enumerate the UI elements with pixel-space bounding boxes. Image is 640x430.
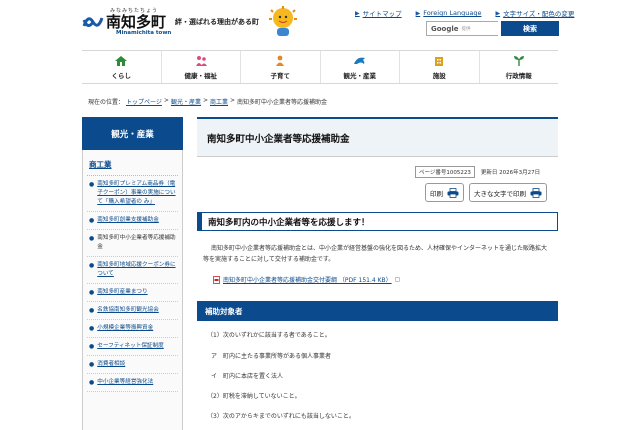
bullet-icon: ● <box>89 181 95 188</box>
sidebar: 観光・産業 商工業 ● 南知多町プレミアム商品券（電子クーポン）事業の実施について… <box>82 117 183 430</box>
title-box: 南知多町中小企業者等応援補助金 <box>197 117 558 157</box>
breadcrumb-separator: > <box>230 97 236 104</box>
section-title-eligibility: 補助対象者 <box>205 306 243 316</box>
google-provided-label: 提供 <box>461 26 471 32</box>
gnav-item-childcare[interactable]: 子育て <box>240 51 320 83</box>
bullet-icon: ● <box>89 217 95 224</box>
site-logo[interactable]: みなみちたちょう 南知多町 Minamichita town <box>82 8 171 37</box>
logo-name: 南知多町 <box>106 13 167 31</box>
child-icon <box>276 55 285 66</box>
sidebar-category[interactable]: 商工業 <box>87 156 178 176</box>
text-size-color-link[interactable]: ▶ 文字サイズ・配色の変更 <box>495 8 574 19</box>
bullet-icon: ● <box>89 262 95 269</box>
google-label: Google <box>431 24 459 33</box>
sidebar-item-current[interactable]: ● 南知多町中小企業者等応援補助金 <box>87 230 178 257</box>
town-emblem-icon <box>82 17 104 27</box>
breadcrumb: 現在の位置： トップページ > 観光・産業 > 商工業 > 南知多町中小企業者等… <box>88 97 327 106</box>
breadcrumb-separator: > <box>202 97 208 104</box>
sidebar-item[interactable]: ● 小規模企業等振興資金 <box>87 320 178 338</box>
arrow-right-icon: ▶ <box>495 9 501 17</box>
sidebar-item[interactable]: ● 南知多町地域応援クーポン券について <box>87 257 178 284</box>
main-content: 南知多町中小企業者等応援補助金 ページ番号1005223 更新日 2026年3月… <box>197 117 558 420</box>
utility-links: ▶ サイトマップ ▶ Foreign Language ▶ 文字サイズ・配色の変更 <box>355 8 574 18</box>
bullet-icon: ● <box>89 379 95 386</box>
sidebar-body: 商工業 ● 南知多町プレミアム商品券（電子クーポン）事業の実施について「購入希望者… <box>82 150 183 430</box>
search-input[interactable]: Google 提供 <box>426 21 498 36</box>
bullet-icon: ● <box>89 235 95 242</box>
printer-icon <box>447 187 459 198</box>
care-icon <box>195 55 207 66</box>
printer-icon <box>530 187 542 198</box>
bullet-icon: ● <box>89 343 95 350</box>
sidebar-list: ● 南知多町プレミアム商品券（電子クーポン）事業の実施について「購入希望者の み」… <box>87 176 178 392</box>
condition-item: イ 町内に本店を置く法人 <box>211 373 284 380</box>
breadcrumb-separator: > <box>163 97 169 104</box>
gnav-item-facilities[interactable]: 施設 <box>399 51 479 83</box>
external-window-icon: ▢ <box>394 276 401 283</box>
logo-roman: Minamichita town <box>116 30 172 36</box>
sidebar-item[interactable]: ● 消費者相談 <box>87 356 178 374</box>
breadcrumb-commerce[interactable]: 商工業 <box>210 97 228 106</box>
gnav-item-administration[interactable]: 行政情報 <box>478 51 559 83</box>
search-button[interactable]: 検索 <box>501 21 559 36</box>
site-header: みなみちたちょう 南知多町 Minamichita town 絆・選ばれる理由が… <box>0 0 640 42</box>
sidebar-item[interactable]: ● 中小企業等経営強化法 <box>87 374 178 392</box>
sidebar-item[interactable]: ● 南知多町創業支援補助金 <box>87 212 178 230</box>
breadcrumb-prefix: 現在の位置： <box>88 99 125 106</box>
bullet-icon: ● <box>89 325 95 332</box>
bullet-icon: ● <box>89 289 95 296</box>
page-number: ページ番号1005223 <box>415 166 475 178</box>
bullet-icon: ● <box>89 307 95 314</box>
intro-paragraph: 南知多町中小企業者等応援補助金とは、中小企業が経営基盤の強化を図るため、人材確保… <box>203 245 548 263</box>
foreign-language-link[interactable]: ▶ Foreign Language <box>416 8 482 18</box>
house-icon <box>115 55 128 66</box>
dolphin-icon <box>353 57 365 64</box>
pdf-icon <box>213 275 220 284</box>
breadcrumb-home[interactable]: トップページ <box>126 97 162 106</box>
gnav-item-health[interactable]: 健康・福祉 <box>160 51 241 83</box>
large-text-print-button[interactable]: 大きな文字で印刷 <box>469 183 547 202</box>
site-search: Google 提供 検索 <box>426 21 559 36</box>
sidebar-item[interactable]: ● 名鉄協南知多町観光協会 <box>87 302 178 320</box>
breadcrumb-tourism[interactable]: 観光・産業 <box>171 97 201 106</box>
building-icon <box>435 56 444 66</box>
sidebar-heading[interactable]: 観光・産業 <box>82 117 183 150</box>
arrow-right-icon: ▶ <box>415 9 421 17</box>
gnav-item-living[interactable]: くらし <box>82 51 161 83</box>
updated-date: 更新日 2026年3月27日 <box>480 170 541 176</box>
condition-item: （3）次のアからキまでのいずれにも該当しないこと。 <box>207 413 355 420</box>
leaf-icon <box>513 55 524 66</box>
sitemap-link[interactable]: ▶ サイトマップ <box>355 8 402 19</box>
condition-item: ア 町内に主たる事業所等がある個人事業者 <box>211 353 332 360</box>
section-heading-eligibility: 補助対象者 <box>197 301 558 321</box>
page-title: 南知多町中小企業者等応援補助金 <box>207 133 350 145</box>
sidebar-item[interactable]: ● 南知多町プレミアム商品券（電子クーポン）事業の実施について「購入希望者の み」 <box>87 176 178 212</box>
condition-item: （2）町税を滞納していないこと。 <box>207 393 301 400</box>
breadcrumb-current: 南知多町中小企業者等応援補助金 <box>237 99 328 106</box>
sidebar-item[interactable]: ● 南知多町産業まつり <box>87 284 178 302</box>
gnav-item-tourism[interactable]: 観光・産業 <box>319 51 400 83</box>
section-title-support: 南知多町内の中小企業者等を応援します！ <box>208 217 370 228</box>
arrow-right-icon: ▶ <box>355 9 360 17</box>
mascot-icon <box>269 6 297 36</box>
print-tools: 印刷 大きな文字で印刷 <box>425 183 547 202</box>
print-button[interactable]: 印刷 <box>425 183 464 202</box>
global-nav: くらし 健康・福祉 子育て 観光・産業 施設 行政情報 <box>82 50 558 84</box>
condition-item: （1）次のいずれかに該当する者であること。 <box>207 332 331 339</box>
site-tagline: 絆・選ばれる理由がある町 <box>175 18 259 26</box>
pdf-guideline-link[interactable]: 南知多町中小企業者等応援補助金交付要綱 （PDF 151.4 KB） ▢ <box>213 275 400 284</box>
sidebar-item[interactable]: ● セーフティネット保証制度 <box>87 338 178 356</box>
section-heading-support: 南知多町内の中小企業者等を応援します！ <box>197 212 558 231</box>
bullet-icon: ● <box>89 361 95 368</box>
page-meta: ページ番号1005223 更新日 2026年3月27日 <box>415 166 540 178</box>
